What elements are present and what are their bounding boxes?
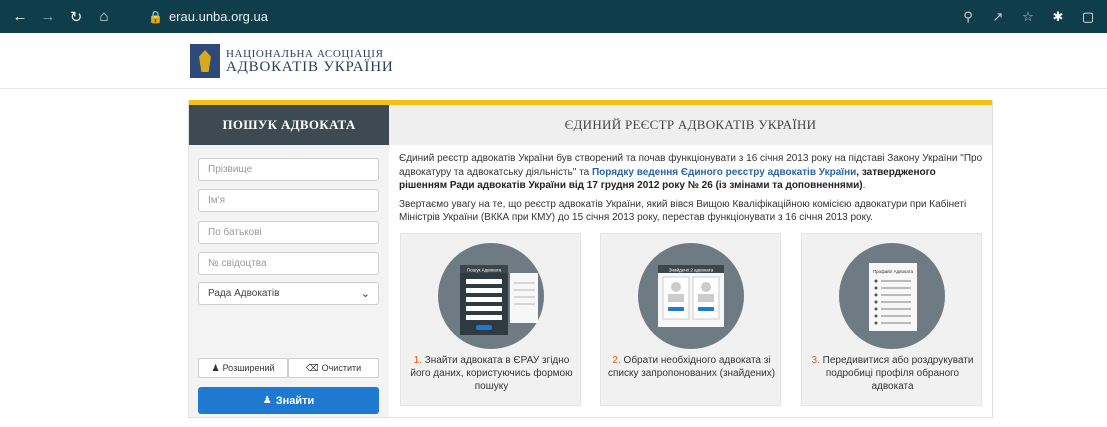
- step-card-search: Пошук Адвоката 1. Знайти адвоката в ЄРАУ…: [400, 233, 581, 406]
- address-bar[interactable]: erau.unba.org.ua: [169, 9, 268, 24]
- tab-search-lawyer[interactable]: ПОШУК АДВОКАТА: [189, 105, 389, 145]
- step-text: Обрати необхідного адвоката зі списку за…: [607, 355, 776, 379]
- search-label: Знайти: [275, 394, 315, 407]
- council-select-value: Рада Адвокатів: [208, 288, 280, 299]
- eraser-icon: ⌫: [305, 362, 319, 373]
- extensions-icon[interactable]: ✱: [1045, 5, 1071, 29]
- step-3-caption: 3. Передивитися або роздрукувати подроби…: [808, 354, 977, 393]
- user-icon: ♟: [211, 362, 220, 373]
- step-2-caption: 2. Обрати необхідного адвоката зі списку…: [607, 354, 776, 380]
- illustration-title: Знайдено 2 адвоката: [669, 267, 714, 273]
- logo-line-1: НАЦІОНАЛЬНА АСОЦІАЦІЯ: [226, 47, 384, 60]
- home-icon[interactable]: ⌂: [92, 5, 116, 29]
- clear-label: Очистити: [321, 363, 362, 373]
- profile-illustration: Профайл Адвоката: [839, 243, 945, 349]
- patronymic-input[interactable]: По батькові: [198, 221, 379, 244]
- bookmark-star-icon[interactable]: ☆: [1015, 5, 1041, 29]
- search-button[interactable]: ♟ Знайти: [198, 387, 379, 414]
- step-number: 1.: [413, 355, 422, 366]
- site-logo[interactable]: НАЦІОНАЛЬНА АСОЦІАЦІЯ АДВОКАТІВ УКРАЇНИ: [190, 44, 393, 78]
- lock-icon[interactable]: 🔒: [148, 10, 163, 24]
- intro-paragraph-1: Єдиний реєстр адвокатів України був ство…: [399, 152, 984, 193]
- tab-registry[interactable]: ЄДИНИЙ РЕЄСТР АДВОКАТІВ УКРАЇНИ: [389, 105, 992, 145]
- intro-paragraph-2: Звертаємо увагу на те, що реєстр адвокат…: [399, 198, 967, 224]
- surname-input[interactable]: Прізвище: [198, 158, 379, 181]
- registry-panel: ПОШУК АДВОКАТА ЄДИНИЙ РЕЄСТР АДВОКАТІВ У…: [188, 100, 993, 418]
- search-form: Прізвище Ім'я По батькові № свідоцтва Ра…: [189, 145, 389, 417]
- step-text: Знайти адвоката в ЄРАУ згідно його даних…: [410, 355, 573, 392]
- reload-icon[interactable]: ↻: [64, 5, 88, 29]
- header-divider: [0, 88, 1107, 89]
- results-list-illustration: Знайдено 2 адвоката: [638, 243, 744, 349]
- advanced-label: Розширений: [222, 363, 275, 373]
- user-icon: ♟: [262, 395, 272, 406]
- logo-line-2: АДВОКАТІВ УКРАЇНИ: [226, 58, 394, 75]
- step-number: 3.: [811, 355, 820, 366]
- emblem-icon: [190, 44, 220, 78]
- chevron-down-icon: ⌄: [360, 288, 370, 300]
- step-number: 2.: [612, 355, 621, 366]
- window-icon[interactable]: ▢: [1075, 5, 1101, 29]
- forward-icon[interactable]: →: [36, 5, 60, 29]
- zoom-icon[interactable]: ⚲: [955, 5, 981, 29]
- step-text: Передивитися або роздрукувати подробиці …: [822, 355, 974, 392]
- browser-toolbar: ← → ↻ ⌂ 🔒 erau.unba.org.ua ⚲ ↗ ☆ ✱ ▢: [0, 0, 1107, 33]
- step-card-profile: Профайл Адвоката 3. Передивитися або роз…: [801, 233, 982, 406]
- illustration-title: Пошук Адвоката: [467, 268, 502, 273]
- share-icon[interactable]: ↗: [985, 5, 1011, 29]
- intro-end: .: [862, 180, 866, 191]
- advanced-search-button[interactable]: ♟ Розширений: [198, 358, 288, 378]
- illustration-title: Профайл Адвоката: [873, 268, 914, 274]
- name-input[interactable]: Ім'я: [198, 189, 379, 212]
- council-select[interactable]: Рада Адвокатів ⌄: [198, 282, 379, 305]
- step-1-caption: 1. Знайти адвоката в ЄРАУ згідно його да…: [407, 354, 576, 393]
- registry-intro: Єдиний реєстр адвокатів України був ство…: [399, 152, 984, 230]
- procedure-link[interactable]: Порядку ведення Єдиного реєстру адвокаті…: [592, 167, 856, 178]
- search-form-illustration: Пошук Адвоката: [438, 243, 544, 349]
- certificate-input[interactable]: № свідоцтва: [198, 252, 379, 275]
- step-card-select: Знайдено 2 адвоката 2. Обрати необхідног…: [600, 233, 781, 406]
- back-icon[interactable]: ←: [8, 5, 32, 29]
- clear-button[interactable]: ⌫ Очистити: [288, 358, 379, 378]
